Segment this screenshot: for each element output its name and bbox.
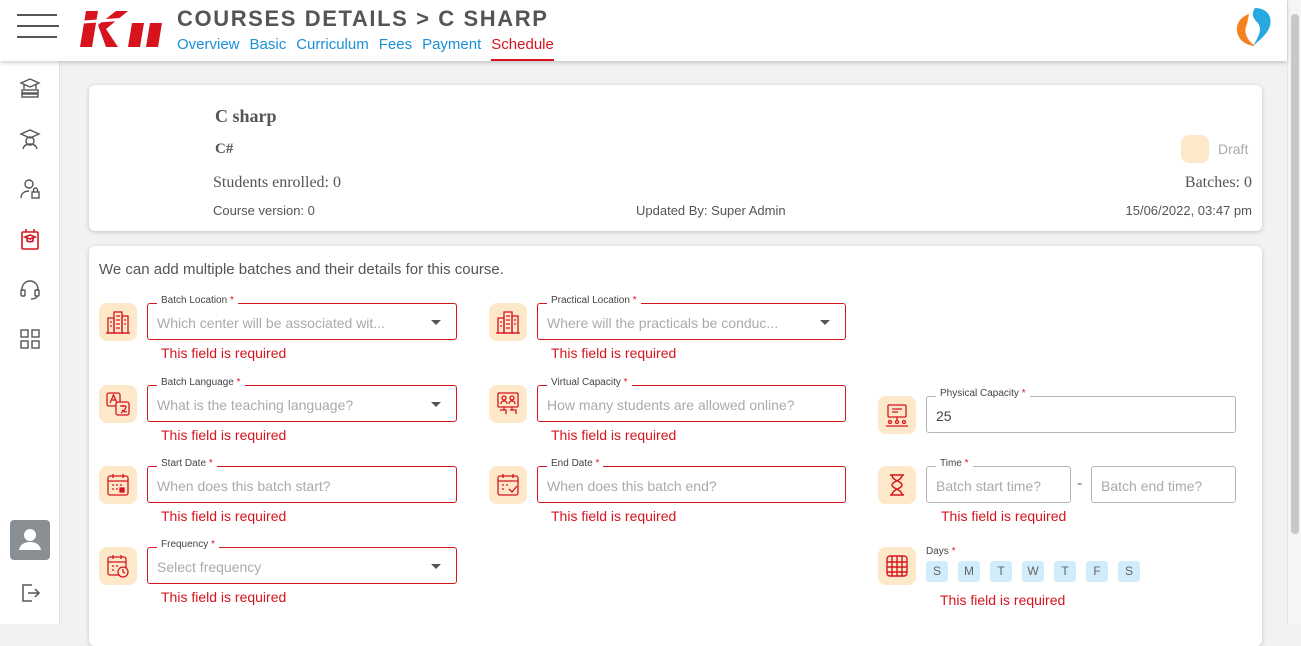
avatar[interactable] bbox=[10, 520, 50, 560]
batch-location-select[interactable]: Batch Location * Which center will be as… bbox=[147, 295, 457, 340]
virtual-capacity-input[interactable]: Virtual Capacity * How many students are… bbox=[537, 377, 846, 422]
days-label: Days bbox=[926, 546, 949, 557]
physical-capacity-value: 25 bbox=[936, 408, 952, 424]
physical-capacity-label: Physical Capacity bbox=[940, 388, 1019, 399]
calendar-icon bbox=[99, 466, 137, 504]
dashboard-grid-icon[interactable] bbox=[18, 327, 42, 351]
hamburger-menu-icon[interactable] bbox=[17, 14, 59, 38]
frequency-placeholder: Select frequency bbox=[157, 559, 262, 575]
start-date-label: Start Date bbox=[161, 458, 207, 469]
day-wednesday[interactable]: W bbox=[1022, 561, 1044, 582]
start-date-error: This field is required bbox=[161, 508, 287, 524]
books-icon[interactable] bbox=[18, 77, 42, 101]
updated-by: Updated By: Super Admin bbox=[636, 203, 786, 218]
time-error: This field is required bbox=[941, 508, 1067, 524]
user-lock-icon[interactable] bbox=[18, 177, 42, 201]
students-enrolled: Students enrolled: 0 bbox=[213, 174, 341, 191]
logout-icon[interactable] bbox=[18, 581, 42, 605]
chevron-down-icon[interactable] bbox=[820, 320, 830, 325]
status-dot bbox=[1181, 135, 1209, 163]
page-scrollbar[interactable] bbox=[1287, 0, 1301, 624]
batch-language-select[interactable]: Batch Language * What is the teaching la… bbox=[147, 377, 457, 422]
chevron-down-icon[interactable] bbox=[431, 564, 441, 569]
course-summary-card: C sharp C# Students enrolled: 0 Course v… bbox=[89, 85, 1262, 231]
hourglass-icon bbox=[878, 466, 916, 504]
building-icon bbox=[99, 303, 137, 341]
batch-language-error: This field is required bbox=[161, 427, 287, 443]
practical-location-placeholder: Where will the practicals be conduc... bbox=[547, 315, 779, 331]
days-picker: S M T W T F S bbox=[926, 561, 1140, 582]
kii-logo bbox=[76, 11, 166, 47]
scrollbar-thumb[interactable] bbox=[1291, 14, 1299, 534]
time-start-input[interactable]: Time * Batch start time? bbox=[926, 458, 1071, 503]
tab-payment[interactable]: Payment bbox=[422, 36, 481, 61]
day-sunday[interactable]: S bbox=[926, 561, 948, 582]
time-end-input[interactable]: Batch end time? bbox=[1091, 466, 1236, 503]
updated-at: 15/06/2022, 03:47 pm bbox=[1125, 203, 1253, 218]
time-end-placeholder: Batch end time? bbox=[1101, 478, 1203, 494]
tab-schedule[interactable]: Schedule bbox=[491, 36, 554, 61]
practical-location-label: Practical Location bbox=[551, 295, 630, 306]
course-version: Course version: 0 bbox=[213, 203, 315, 218]
day-friday[interactable]: F bbox=[1086, 561, 1108, 582]
day-saturday[interactable]: S bbox=[1118, 561, 1140, 582]
tab-fees[interactable]: Fees bbox=[379, 36, 412, 61]
building-icon bbox=[489, 303, 527, 341]
batch-language-label: Batch Language bbox=[161, 377, 234, 388]
start-date-input[interactable]: Start Date * When does this batch start? bbox=[147, 458, 457, 503]
graduate-icon[interactable] bbox=[18, 127, 42, 151]
time-label: Time bbox=[940, 458, 962, 469]
course-name: C sharp bbox=[215, 106, 277, 126]
batches-count: Batches: 0 bbox=[1184, 174, 1252, 191]
end-date-error: This field is required bbox=[551, 508, 677, 524]
translate-icon bbox=[99, 385, 137, 423]
status-badge: Draft bbox=[1218, 141, 1249, 157]
time-separator: - bbox=[1077, 475, 1083, 492]
frequency-error: This field is required bbox=[161, 589, 287, 605]
virtual-capacity-label: Virtual Capacity bbox=[551, 377, 621, 388]
end-date-label: End Date bbox=[551, 458, 593, 469]
calendar-check-icon bbox=[489, 466, 527, 504]
brand-swirl-icon bbox=[1236, 8, 1271, 46]
practical-location-error: This field is required bbox=[551, 345, 677, 361]
chevron-down-icon[interactable] bbox=[431, 402, 441, 407]
tab-basic[interactable]: Basic bbox=[250, 36, 287, 61]
start-date-placeholder: When does this batch start? bbox=[157, 478, 331, 494]
classroom-icon bbox=[878, 396, 916, 434]
days-error: This field is required bbox=[940, 592, 1066, 608]
courses-icon[interactable] bbox=[18, 227, 42, 251]
calendar-grid-icon bbox=[878, 547, 916, 585]
chevron-down-icon[interactable] bbox=[431, 320, 441, 325]
day-tuesday[interactable]: T bbox=[990, 561, 1012, 582]
frequency-label: Frequency bbox=[161, 539, 209, 550]
sidebar bbox=[0, 61, 60, 624]
time-start-placeholder: Batch start time? bbox=[936, 478, 1042, 494]
page-title: COURSES DETAILS > C SHARP bbox=[177, 6, 549, 31]
end-date-placeholder: When does this batch end? bbox=[547, 478, 717, 494]
calendar-clock-icon bbox=[99, 547, 137, 585]
tab-overview[interactable]: Overview bbox=[177, 36, 240, 61]
batch-language-placeholder: What is the teaching language? bbox=[157, 397, 354, 413]
course-code: C# bbox=[215, 141, 234, 157]
virtual-capacity-placeholder: How many students are allowed online? bbox=[547, 397, 795, 413]
user-avatar-icon bbox=[19, 529, 41, 550]
batch-location-placeholder: Which center will be associated wit... bbox=[157, 315, 385, 331]
day-monday[interactable]: M bbox=[958, 561, 980, 582]
batch-location-error: This field is required bbox=[161, 345, 287, 361]
headset-icon[interactable] bbox=[18, 277, 42, 301]
course-tabs: Overview Basic Curriculum Fees Payment S… bbox=[177, 36, 554, 61]
top-bar: COURSES DETAILS > C SHARP Overview Basic… bbox=[0, 0, 1287, 61]
virtual-capacity-error: This field is required bbox=[551, 427, 677, 443]
physical-capacity-input[interactable]: Physical Capacity * 25 bbox=[926, 388, 1236, 433]
end-date-input[interactable]: End Date * When does this batch end? bbox=[537, 458, 846, 503]
schedule-intro: We can add multiple batches and their de… bbox=[99, 261, 504, 278]
batch-location-label: Batch Location bbox=[161, 295, 228, 306]
virtual-class-icon bbox=[489, 385, 527, 423]
practical-location-select[interactable]: Practical Location * Where will the prac… bbox=[537, 295, 846, 340]
day-thursday[interactable]: T bbox=[1054, 561, 1076, 582]
frequency-select[interactable]: Frequency * Select frequency bbox=[147, 539, 457, 584]
tab-curriculum[interactable]: Curriculum bbox=[296, 36, 369, 61]
